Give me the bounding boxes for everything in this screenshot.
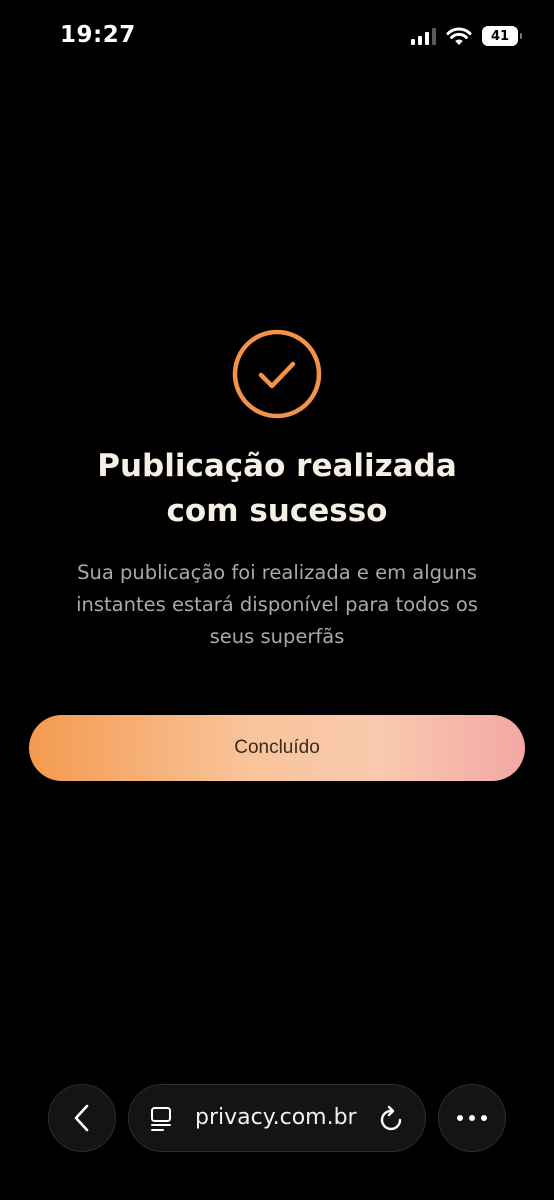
success-title-line-1: Publicação realizada [97,448,457,484]
reload-icon[interactable] [379,1105,405,1133]
signal-icon [411,27,436,45]
more-icon [457,1115,487,1121]
screen: 19:27 41 Publicação realizada com sucess… [0,0,554,1200]
description-line-1: Sua publicação foi realizada e em alguns [77,561,477,584]
url-text: privacy.com.br [195,1105,357,1130]
back-button[interactable] [48,1084,116,1152]
description-line-2: instantes estará disponível para todos o… [76,593,478,616]
back-icon [74,1104,89,1132]
done-button-label: Concluído [234,737,320,758]
more-button[interactable] [438,1084,506,1152]
status-icons: 41 [411,26,522,46]
success-description: Sua publicação foi realizada e em alguns… [30,557,524,653]
address-bar[interactable]: privacy.com.br [128,1084,426,1152]
done-button[interactable]: Concluído [29,715,525,781]
success-title-line-2: com sucesso [166,493,388,529]
status-bar: 19:27 41 [0,0,554,74]
description-line-3: seus superfãs [209,625,345,648]
page-icon [151,1107,171,1131]
battery-icon: 41 [482,26,522,46]
status-time: 19:27 [60,22,136,48]
battery-level: 41 [490,28,510,44]
success-title: Publicação realizada com sucesso [40,444,514,534]
check-circle-icon [232,329,322,419]
wifi-icon [446,27,472,45]
